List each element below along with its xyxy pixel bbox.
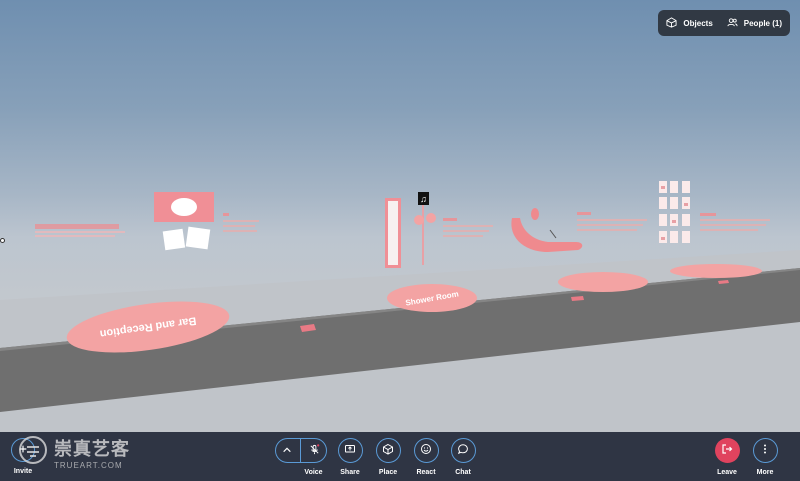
objects-icon (666, 16, 677, 30)
share-circle[interactable] (337, 438, 363, 463)
scene-graphics: Bar and Reception Shower Room ♫ (0, 181, 800, 432)
chat-label: Chat (455, 469, 471, 476)
pad-4 (670, 264, 762, 278)
react-button[interactable]: React (406, 438, 446, 476)
objects-label: Objects (683, 18, 713, 28)
chat-circle[interactable] (450, 438, 476, 463)
share-button[interactable]: Share (330, 438, 370, 476)
react-label: React (416, 469, 436, 476)
invite-label: Invite (13, 468, 33, 475)
more-label: More (756, 469, 774, 476)
voice-control[interactable]: Voice (273, 438, 328, 476)
bottom-toolbar: Invite Voice Share Place React Chat Leav… (0, 432, 800, 481)
react-circle[interactable] (413, 438, 439, 463)
chat-bubble-icon (457, 442, 469, 460)
chat-button[interactable]: Chat (443, 438, 483, 476)
place-label: Place (378, 469, 398, 476)
leave-label: Leave (717, 469, 737, 476)
objects-button[interactable]: Objects (666, 16, 713, 30)
people-label: People (1) (743, 18, 782, 28)
pad-3 (558, 272, 648, 292)
chevron-up-icon[interactable] (282, 442, 292, 460)
place-circle[interactable] (375, 438, 401, 463)
invite-button[interactable]: Invite (3, 438, 43, 475)
place-button[interactable]: Place (368, 438, 408, 476)
cube-icon (382, 442, 394, 460)
voice-label: Voice (304, 469, 323, 476)
cursor-indicator (0, 238, 5, 243)
3d-scene-viewport[interactable]: Bar and Reception Shower Room ♫ (0, 0, 800, 432)
svg-text:♫: ♫ (420, 194, 427, 204)
voice-divider (299, 438, 301, 463)
voice-group[interactable] (274, 438, 327, 463)
more-button[interactable]: More (745, 438, 785, 476)
invite-icon (18, 441, 28, 459)
smiley-icon (420, 442, 432, 460)
invite-circle[interactable] (11, 438, 35, 462)
people-icon (727, 17, 738, 30)
people-button[interactable]: People (1) (727, 17, 782, 30)
share-screen-icon (344, 442, 356, 460)
mic-muted-icon[interactable] (309, 442, 320, 460)
more-vertical-icon (759, 442, 771, 460)
top-right-panel: Objects People (1) (658, 10, 790, 36)
leave-button[interactable]: Leave (707, 438, 747, 476)
share-label: Share (340, 469, 360, 476)
exit-icon (721, 442, 733, 460)
leave-circle[interactable] (714, 438, 740, 463)
more-circle[interactable] (752, 438, 778, 463)
